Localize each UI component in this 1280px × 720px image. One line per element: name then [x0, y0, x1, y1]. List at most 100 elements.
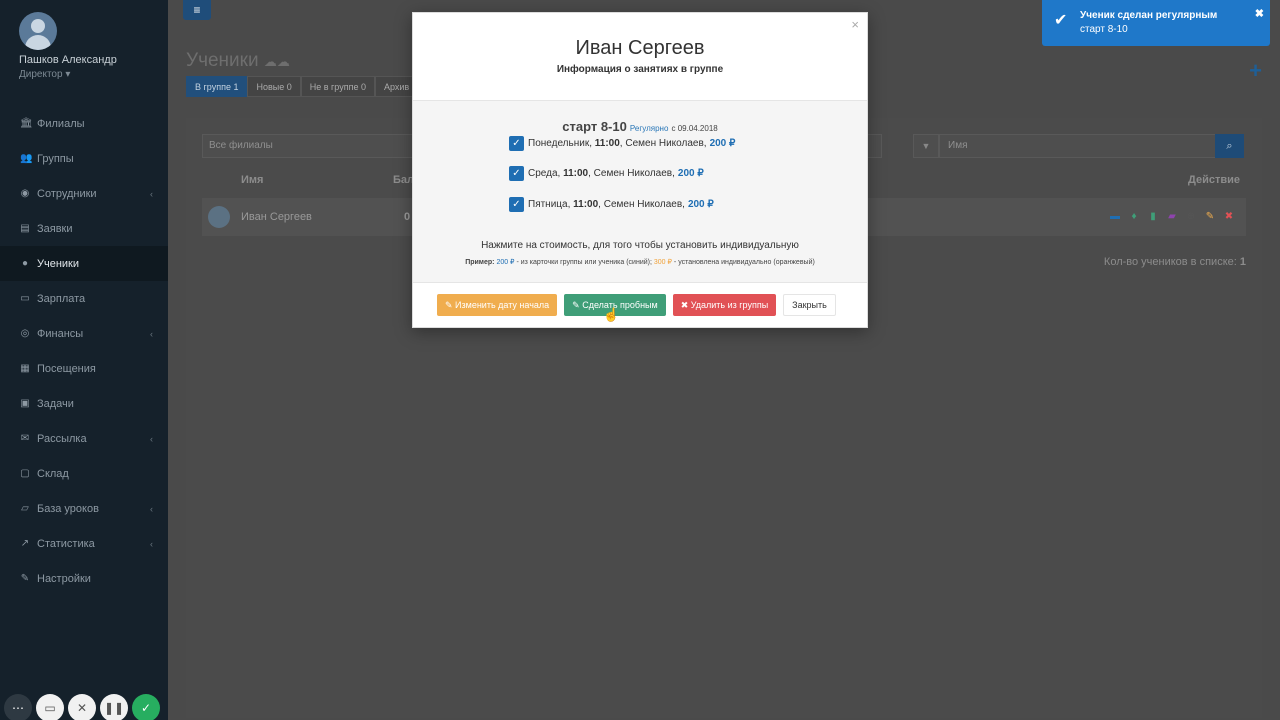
tab-in-group[interactable]: В группе 1	[186, 76, 248, 97]
briefcase-icon[interactable]: ▰	[1167, 211, 1177, 222]
add-student-button[interactable]: +	[1249, 58, 1262, 84]
sidebar-item-employees[interactable]: ◉ Сотрудники ‹	[0, 176, 168, 211]
group-start-date: с 09.04.2018	[671, 124, 718, 133]
user-profile: Пашков Александр Директор ▾	[0, 0, 168, 100]
row-actions: ▬ ♦ ▮ ▰ ⊕ ✎ ✖	[1110, 211, 1234, 222]
card-icon[interactable]: ▬	[1110, 211, 1120, 222]
lesson-item: ✓ Понедельник, 11:00, Семен Николаев, 200…	[509, 136, 735, 151]
bulb-icon[interactable]: ♦	[1129, 211, 1139, 222]
checkbox[interactable]: ✓	[509, 166, 524, 181]
example-blue-price: 200 ₽	[496, 259, 515, 266]
sidebar-item-finance[interactable]: ◎ Финансы ‹	[0, 316, 168, 351]
remove-from-group-button[interactable]: ✖ Удалить из группы	[672, 294, 777, 316]
close-icon[interactable]: ✕	[68, 694, 96, 720]
column-header-balance[interactable]: Бал	[393, 174, 414, 186]
sidebar-item-attendance[interactable]: ▦ Посещения	[0, 351, 168, 386]
video-icon[interactable]: ▭	[36, 694, 64, 720]
sidebar-item-students[interactable]: ● Ученики	[0, 246, 168, 281]
sidebar-item-label: Посещения	[37, 362, 96, 375]
notification-title: Ученик сделан регулярным	[1080, 10, 1218, 21]
chevron-left-icon: ‹	[150, 503, 153, 514]
sidebar-item-label: Статистика	[37, 537, 95, 550]
users-icon: 👥	[20, 152, 33, 164]
sidebar-item-label: Группы	[37, 152, 74, 165]
sidebar-item-label: Рассылка	[37, 432, 87, 445]
user-role-dropdown[interactable]: Директор ▾	[19, 69, 168, 80]
lesson-price[interactable]: 200 ₽	[688, 199, 714, 210]
student-name-link[interactable]: Иван Сергеев	[241, 211, 312, 223]
sidebar-item-requests[interactable]: ▤ Заявки	[0, 211, 168, 246]
example-label: Пример:	[465, 259, 495, 266]
envelope-icon: ✉	[20, 432, 30, 444]
sidebar-item-salary[interactable]: ▭ Зарплата	[0, 281, 168, 316]
checkbox[interactable]: ✓	[509, 197, 524, 212]
example-blue-text: - из карточки группы или ученика (синий)…	[514, 259, 652, 266]
more-icon[interactable]: ⋯	[4, 694, 32, 720]
sidebar-item-settings[interactable]: ✎ Настройки	[0, 561, 168, 596]
pause-icon[interactable]: ❚❚	[100, 694, 128, 720]
user-circle-icon: ◉	[20, 187, 30, 199]
sidebar-item-warehouse[interactable]: ▢ Склад	[0, 456, 168, 491]
lesson-time: 11:00	[563, 168, 589, 179]
column-header-name[interactable]: Имя	[241, 174, 263, 186]
student-count: Кол-во учеников в списке: 1	[1104, 256, 1246, 268]
user-icon: ●	[21, 257, 29, 269]
lesson-price[interactable]: 200 ₽	[678, 168, 704, 179]
search-input[interactable]: Имя	[939, 134, 1216, 158]
tab-new[interactable]: Новые 0	[247, 76, 301, 97]
sidebar-item-label: Склад	[37, 467, 69, 480]
sidebar-item-lesson-base[interactable]: ▱ База уроков ‹	[0, 491, 168, 526]
price-example: Пример: 200 ₽ - из карточки группы или у…	[413, 258, 867, 266]
student-balance: 0	[404, 211, 411, 223]
check-icon: ✔	[1054, 12, 1068, 29]
lesson-day: Пятница,	[528, 199, 571, 210]
group-name: старт 8-10	[562, 119, 627, 134]
sidebar-item-groups[interactable]: 👥 Группы	[0, 141, 168, 176]
close-icon[interactable]: ✖	[1255, 7, 1264, 20]
sidebar: Пашков Александр Директор ▾ 🏛 Филиалы 👥 Гр…	[0, 0, 168, 720]
example-orange-price: 300 ₽	[653, 259, 672, 266]
search-button[interactable]: ⌕	[1215, 134, 1244, 158]
change-start-date-button[interactable]: ✎ Изменить дату начала	[437, 294, 558, 316]
edit-icon[interactable]: ✎	[1205, 211, 1215, 222]
search-icon: ⌕	[1226, 140, 1233, 152]
group-info: старт 8-10 Регулярно с 09.04.2018	[413, 119, 867, 134]
lesson-item: ✓ Среда, 11:00, Семен Николаев, 200 ₽	[509, 166, 704, 181]
wrench-icon: ✎	[20, 572, 30, 584]
lesson-teacher: , Семен Николаев,	[598, 199, 685, 210]
lesson-item: ✓ Пятница, 11:00, Семен Николаев, 200 ₽	[509, 197, 714, 212]
sidebar-item-statistics[interactable]: ↗ Статистика ‹	[0, 526, 168, 561]
lesson-price[interactable]: 200 ₽	[710, 138, 736, 149]
book-icon[interactable]: ▮	[1148, 211, 1158, 222]
page-title-text: Ученики	[186, 50, 259, 71]
menu-toggle-button[interactable]: ≡	[183, 0, 211, 20]
close-icon[interactable]: ×	[851, 17, 859, 32]
modal-footer: ✎ Изменить дату начала ✎ Сделать пробным…	[413, 282, 867, 327]
sidebar-item-mailing[interactable]: ✉ Рассылка ‹	[0, 421, 168, 456]
lesson-teacher: , Семен Николаев,	[619, 138, 707, 149]
calendar-icon: ▦	[20, 362, 30, 374]
modal-subtitle: Информация о занятиях в группе	[556, 64, 724, 75]
cloud-icon[interactable]: ☁☁	[264, 54, 290, 69]
add-icon[interactable]: ⊕	[1186, 211, 1196, 222]
count-value: 1	[1239, 256, 1246, 268]
lesson-teacher: , Семен Николаев,	[588, 168, 675, 179]
delete-icon[interactable]: ✖	[1224, 211, 1234, 222]
sidebar-item-label: Зарплата	[37, 292, 86, 305]
group-regular-link[interactable]: Регулярно	[630, 124, 669, 133]
lesson-day: Среда,	[528, 168, 561, 179]
sidebar-item-branches[interactable]: 🏛 Филиалы	[0, 106, 168, 141]
price-hint: Нажмите на стоимость, для того чтобы уст…	[481, 240, 799, 251]
checkbox[interactable]: ✓	[509, 136, 524, 151]
chevron-left-icon: ‹	[150, 188, 153, 199]
close-button[interactable]: Закрыть	[783, 294, 836, 316]
sidebar-item-tasks[interactable]: ▣ Задачи	[0, 386, 168, 421]
check-icon[interactable]: ✓	[132, 694, 160, 720]
sidebar-item-label: Заявки	[37, 222, 73, 235]
avatar[interactable]	[19, 12, 57, 50]
sidebar-nav: 🏛 Филиалы 👥 Группы ◉ Сотрудники ‹ ▤ Заявки ● У…	[0, 106, 168, 596]
sidebar-item-label: Настройки	[37, 572, 91, 585]
sidebar-item-label: Ученики	[37, 257, 80, 270]
chevron-down-icon[interactable]: ▼	[913, 134, 939, 158]
tab-not-in-group[interactable]: Не в группе 0	[300, 76, 375, 97]
